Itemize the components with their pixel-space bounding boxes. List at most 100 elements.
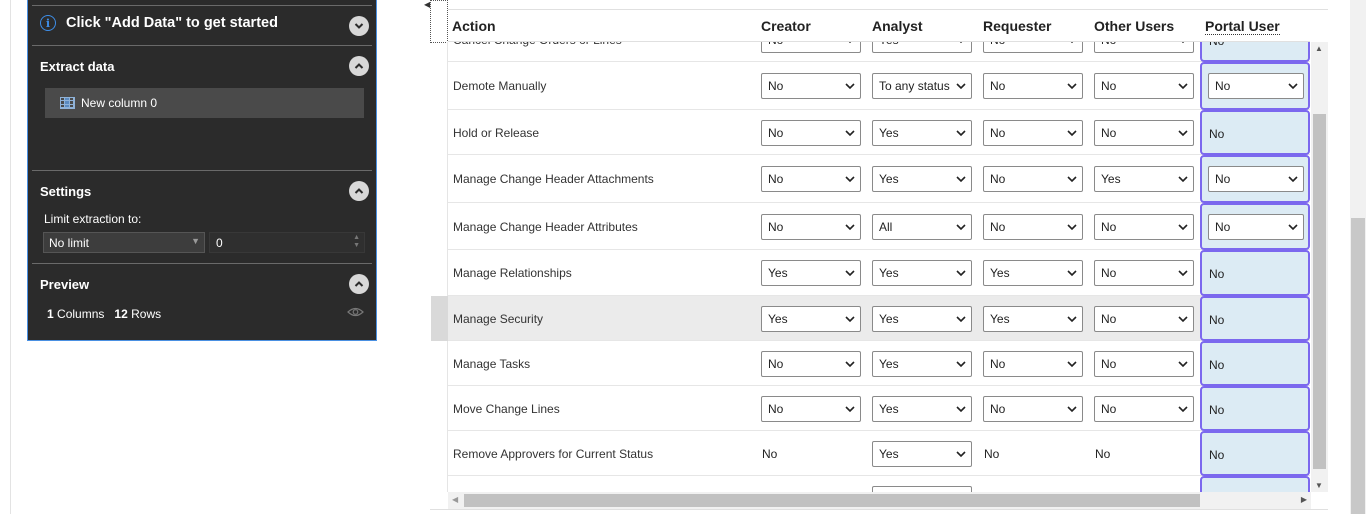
portal-user-cell[interactable]: No (1200, 476, 1310, 492)
other-users-select[interactable]: No (1094, 260, 1194, 286)
creator-select[interactable]: No (761, 214, 861, 240)
creator-select[interactable]: Yes (761, 260, 861, 286)
creator-select[interactable]: No (761, 166, 861, 192)
portal-user-select[interactable]: No (1208, 214, 1304, 240)
requester-select[interactable]: No (983, 73, 1083, 99)
grid-vertical-scrollbar[interactable]: ▲ ▼ (1311, 42, 1328, 492)
collapse-extract-data-button[interactable] (349, 56, 369, 76)
portal-user-cell[interactable]: No (1200, 341, 1310, 386)
portal-user-select[interactable]: No (1208, 166, 1304, 192)
select-value: All (879, 220, 893, 234)
page-vertical-scrollbar[interactable] (1350, 0, 1366, 514)
other-users-select[interactable]: No (1094, 42, 1194, 53)
analyst-select[interactable]: All (872, 214, 972, 240)
portal-user-cell[interactable]: No (1200, 431, 1310, 476)
creator-select[interactable]: Yes (761, 306, 861, 332)
select-value: No (768, 42, 783, 47)
requester-select[interactable]: No (983, 396, 1083, 422)
other-users-select[interactable]: No (1094, 120, 1194, 146)
analyst-select[interactable]: Yes (872, 42, 972, 53)
column-item-new-column-0[interactable]: New column 0 (45, 88, 364, 118)
portal-user-cell[interactable]: No (1200, 386, 1310, 431)
requester-select[interactable]: No (983, 166, 1083, 192)
table-row[interactable]: Terminate or Restart ApprovalsNoYesNoNoN… (448, 476, 1310, 492)
analyst-select[interactable]: Yes (872, 306, 972, 332)
table-row[interactable]: Cancel Change Orders or Lines No Yes No No No (448, 42, 1310, 62)
table-row[interactable]: Manage Change Header Attributes No All No No… (448, 203, 1310, 250)
table-row[interactable]: Manage Change Header Attachments No Yes No Y… (448, 155, 1310, 203)
header-creator[interactable]: Creator (761, 18, 811, 34)
scroll-up-arrow-icon[interactable]: ▲ (1315, 44, 1323, 53)
header-requester[interactable]: Requester (983, 18, 1051, 34)
table-row[interactable]: Manage Security Yes Yes Yes No No (448, 296, 1310, 341)
select-value: No (1215, 79, 1231, 93)
requester-select[interactable]: No (983, 214, 1083, 240)
requester-select[interactable]: No (983, 42, 1083, 53)
preview-title: Preview (40, 277, 90, 292)
analyst-select[interactable]: Yes (872, 396, 972, 422)
header-other-users[interactable]: Other Users (1094, 18, 1174, 34)
requester-select[interactable]: Yes (983, 260, 1083, 286)
header-action[interactable]: Action (452, 18, 496, 34)
spinner-arrows-icon[interactable]: ▲ ▼ (353, 234, 360, 250)
extract-panel: i Click "Add Data" to get started Extrac… (27, 0, 377, 341)
analyst-select[interactable]: Yes (872, 351, 972, 377)
other-users-select[interactable]: No (1094, 73, 1194, 99)
eye-icon[interactable] (347, 306, 364, 318)
creator-select[interactable]: No (761, 396, 861, 422)
scroll-left-arrow-icon[interactable]: ◀ (452, 495, 458, 504)
table-row[interactable]: Manage Relationships Yes Yes Yes No No (448, 250, 1310, 296)
limit-select-value: No limit (49, 236, 90, 250)
scrollbar-thumb[interactable] (464, 494, 1200, 507)
creator-select[interactable]: No (761, 351, 861, 377)
analyst-select[interactable]: To any status (872, 73, 972, 99)
requester-select[interactable]: No (983, 351, 1083, 377)
portal-user-cell[interactable]: No (1200, 203, 1310, 250)
collapse-preview-button[interactable] (349, 274, 369, 294)
expand-get-started-button[interactable] (349, 16, 369, 36)
grid-horizontal-scrollbar[interactable]: ◀ ▶ (448, 492, 1311, 509)
collapse-settings-button[interactable] (349, 181, 369, 201)
table-row[interactable]: Remove Approvers for Current Status No Yes… (448, 431, 1310, 476)
portal-user-cell[interactable]: No (1200, 296, 1310, 341)
table-row[interactable]: Demote Manually No To any status No No No (448, 62, 1310, 110)
limit-select[interactable]: No limit ▼ (43, 232, 205, 253)
analyst-select[interactable]: Yes (872, 166, 972, 192)
table-row[interactable]: Manage Tasks No Yes No No No (448, 341, 1310, 386)
portal-user-cell[interactable]: No (1200, 155, 1310, 203)
creator-select[interactable]: No (761, 120, 861, 146)
scrollbar-thumb[interactable] (1313, 114, 1326, 469)
creator-select[interactable]: No (761, 73, 861, 99)
scroll-down-arrow-icon[interactable]: ▼ (1315, 481, 1323, 490)
portal-user-value: No (1209, 313, 1225, 327)
other-users-select[interactable]: No (1094, 396, 1194, 422)
creator-select[interactable]: No (761, 42, 861, 53)
limit-number-input[interactable]: 0 ▲ ▼ (209, 232, 365, 253)
analyst-select[interactable]: Yes (872, 441, 972, 467)
requester-select[interactable]: Yes (983, 306, 1083, 332)
chevron-down-icon (956, 130, 966, 137)
portal-user-cell[interactable]: No (1200, 42, 1310, 62)
portal-user-select[interactable]: No (1208, 73, 1304, 99)
other-users-select[interactable]: No (1094, 214, 1194, 240)
select-value: No (1101, 312, 1117, 326)
other-users-select[interactable]: No (1094, 351, 1194, 377)
row-selector-gutter[interactable] (431, 296, 448, 341)
chevron-down-icon (956, 361, 966, 368)
header-portal-user[interactable]: Portal User (1205, 18, 1280, 35)
scrollbar-thumb[interactable] (1351, 218, 1365, 514)
table-row[interactable]: Move Change Lines No Yes No No No (448, 386, 1310, 431)
scroll-right-arrow-icon[interactable]: ▶ (1301, 495, 1307, 504)
other-users-select[interactable]: No (1094, 306, 1194, 332)
analyst-select[interactable]: Yes (872, 260, 972, 286)
analyst-select[interactable]: Yes (872, 120, 972, 146)
other-users-select[interactable]: Yes (1094, 166, 1194, 192)
portal-user-cell[interactable]: No (1200, 250, 1310, 296)
select-value: No (1101, 220, 1117, 234)
chevron-down-icon (1288, 176, 1298, 183)
requester-select[interactable]: No (983, 120, 1083, 146)
header-analyst[interactable]: Analyst (872, 18, 923, 34)
portal-user-cell[interactable]: No (1200, 62, 1310, 110)
portal-user-cell[interactable]: No (1200, 110, 1310, 155)
table-row[interactable]: Hold or Release No Yes No No No (448, 110, 1310, 155)
